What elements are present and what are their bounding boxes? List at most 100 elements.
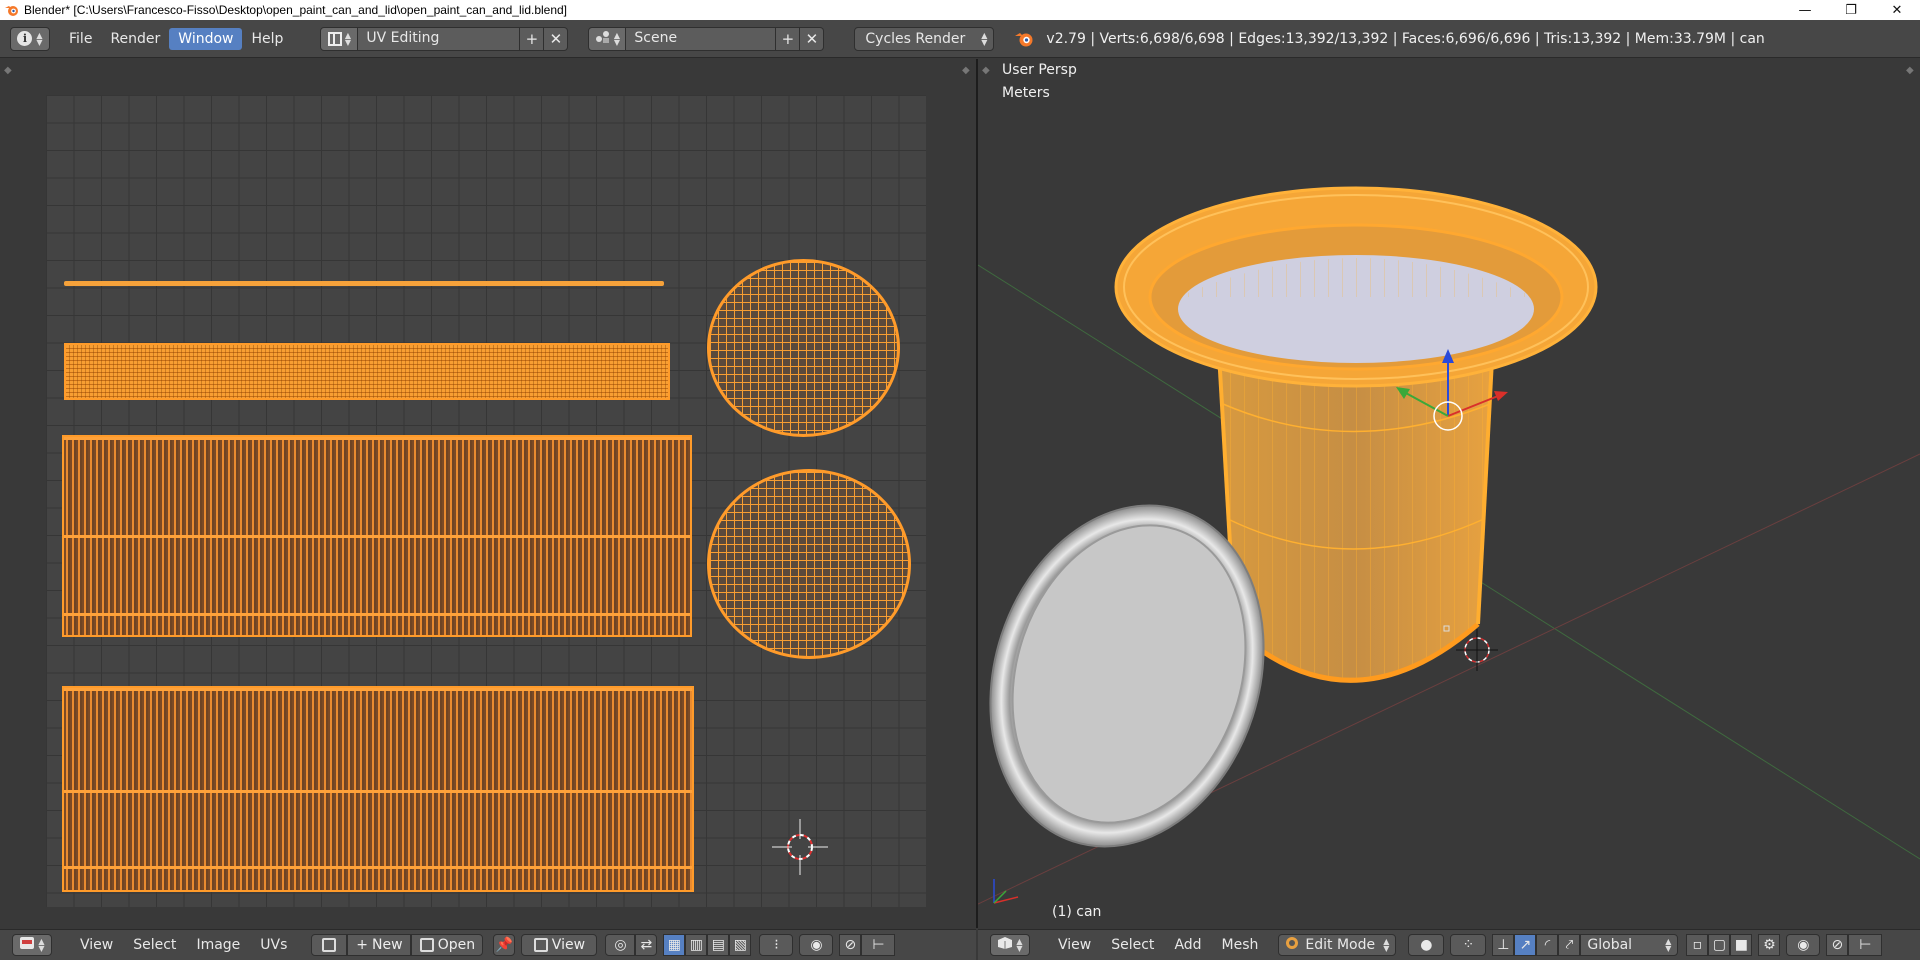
uv-island-bottom-disc[interactable] (707, 469, 911, 659)
pivot-dropdown[interactable]: ◎ (605, 934, 636, 956)
proportional-icon: ◉ (810, 937, 823, 953)
uv-island-band[interactable] (64, 343, 670, 400)
render-engine-label: Cycles Render (865, 30, 966, 47)
updown-arrows-icon: ▲ ▼ (981, 30, 988, 47)
snap-toggle[interactable]: ⊘ (1826, 934, 1849, 956)
uv-image-editor[interactable]: ◆ ◆ (0, 59, 976, 928)
close-button[interactable]: ✕ (1874, 0, 1920, 20)
pivot-point-dropdown[interactable]: ⁘ (1450, 934, 1487, 956)
face-select-mode-button[interactable]: ■ (1730, 934, 1753, 956)
edge-select-mode-button[interactable]: ▢ (1708, 934, 1731, 956)
island-select-button[interactable]: ▧ (729, 934, 752, 956)
uv-editor-header: ▲ ▼ View Select Image UVs + New Open 📌 Vi… (0, 929, 976, 960)
image-browse-button[interactable] (311, 934, 348, 956)
menu-uvs[interactable]: UVs (250, 935, 297, 955)
menu-file[interactable]: File (60, 28, 101, 50)
render-engine-dropdown[interactable]: Cycles Render ▲ ▼ (854, 26, 995, 51)
layout-icon (327, 31, 342, 46)
menu-view[interactable]: View (1048, 935, 1101, 955)
remove-scene-button[interactable]: ✕ (800, 26, 825, 51)
sync-icon: ⇄ (640, 937, 653, 953)
view-name-label: User Persp (1002, 62, 1077, 78)
view-mode-dropdown[interactable]: View (521, 934, 598, 956)
view-mode-label: View (551, 937, 586, 953)
snap-mode-dropdown[interactable]: ⊢ (861, 934, 896, 956)
window-title: Blender* [C:\Users\Francesco-Fisso\Deskt… (24, 3, 568, 17)
sticky-icon: ⁝ (774, 937, 779, 953)
menu-select[interactable]: Select (1101, 935, 1164, 955)
2d-cursor-icon[interactable] (770, 817, 830, 877)
updown-arrows-icon: ▲ ▼ (38, 937, 45, 953)
info-icon: i (17, 31, 33, 46)
sticky-select-dropdown[interactable]: ⁝ (759, 934, 794, 956)
menu-render[interactable]: Render (101, 28, 169, 50)
vertex-select-mode-button[interactable]: ▫ (1686, 934, 1709, 956)
edge-select-icon: ▥ (689, 937, 704, 953)
menu-help[interactable]: Help (242, 28, 292, 50)
pin-button[interactable]: 📌 (493, 934, 516, 956)
scene-statistics: v2.79 | Verts:6,698/6,698 | Edges:13,392… (1014, 30, 1765, 48)
image-icon (533, 938, 548, 952)
editor-type-selector[interactable]: ▲ ▼ (12, 934, 52, 956)
3d-viewport[interactable]: ◆ ◆ User Persp Meters (1) can (978, 59, 1920, 928)
menu-window[interactable]: Window (169, 27, 243, 50)
area-split-handle-icon[interactable]: ◆ (962, 65, 970, 76)
add-scene-button[interactable]: + (776, 26, 801, 51)
updown-arrows-icon: ▲ ▼ (1383, 937, 1390, 953)
uv-island-rim-strip[interactable] (64, 281, 664, 286)
uv-island-top-disc[interactable] (707, 259, 900, 437)
rotate-manipulator-button[interactable]: ◜ (1536, 934, 1559, 956)
interaction-mode-dropdown[interactable]: Edit Mode ▲ ▼ (1278, 934, 1397, 956)
transform-orientation-dropdown[interactable]: Global ▲ ▼ (1580, 934, 1679, 956)
menu-view[interactable]: View (70, 935, 123, 955)
sync-selection-toggle[interactable]: ⇄ (635, 934, 658, 956)
menu-mesh[interactable]: Mesh (1212, 935, 1269, 955)
scale-manipulator-button[interactable]: ⤤ (1558, 934, 1581, 956)
open-image-label: Open (437, 937, 476, 953)
open-image-button[interactable]: Open (411, 934, 484, 956)
remove-screen-button[interactable]: ✕ (544, 26, 569, 51)
proportional-edit-dropdown[interactable]: ◉ (1786, 934, 1821, 956)
menu-image[interactable]: Image (186, 935, 250, 955)
add-screen-button[interactable]: + (520, 26, 545, 51)
translate-manipulator-button[interactable]: ↗ (1514, 934, 1537, 956)
scene-name[interactable]: Scene (626, 26, 777, 51)
face-select-button[interactable]: ▤ (707, 934, 730, 956)
plus-icon: + (356, 937, 369, 953)
updown-arrows-icon: ▲ ▼ (613, 30, 620, 47)
units-label: Meters (1002, 85, 1050, 101)
screen-layout-button[interactable]: ▲ ▼ (320, 26, 359, 51)
updown-arrows-icon: ▲ ▼ (36, 30, 43, 47)
editor-type-selector[interactable]: i ▲ ▼ (10, 26, 50, 51)
viewport-shading-dropdown[interactable]: ● (1408, 934, 1445, 956)
snap-toggle[interactable]: ⊘ (839, 934, 862, 956)
occlude-geometry-toggle[interactable]: ⚙ (1758, 934, 1781, 956)
scene-browse-button[interactable]: ▲ ▼ (588, 26, 627, 51)
area-split-handle-icon[interactable]: ◆ (4, 65, 12, 76)
solid-shading-icon: ● (1420, 937, 1433, 953)
pin-icon: 📌 (495, 937, 514, 953)
uv-edge-row (64, 790, 692, 793)
menu-select[interactable]: Select (123, 935, 186, 955)
active-object-label: (1) can (1052, 904, 1102, 920)
uv-island-side-lower[interactable] (62, 686, 694, 892)
minimize-button[interactable]: — (1782, 0, 1828, 20)
editor-type-selector[interactable]: ▲ ▼ (990, 934, 1030, 956)
proportional-edit-dropdown[interactable]: ◉ (799, 934, 834, 956)
3d-view-icon (997, 936, 1013, 954)
viewport-header-menus: View Select Add Mesh (1048, 935, 1268, 955)
snap-mode-dropdown[interactable]: ⊢ (1848, 934, 1883, 956)
menu-add[interactable]: Add (1164, 935, 1211, 955)
maximize-button[interactable]: ❐ (1828, 0, 1874, 20)
screen-layout-name[interactable]: UV Editing (358, 26, 521, 51)
new-image-button[interactable]: + New (347, 934, 412, 956)
uv-island-side-upper[interactable] (62, 435, 692, 637)
screen-layout-selector: ▲ ▼ UV Editing + ✕ (320, 26, 569, 51)
edge-select-button[interactable]: ▥ (685, 934, 708, 956)
manipulator-toggle[interactable]: ⊥ (1492, 934, 1515, 956)
3d-scene (978, 186, 1920, 905)
uv-edge-row (64, 688, 692, 691)
proportional-icon: ◉ (1797, 937, 1810, 953)
blender-window: Blender* [C:\Users\Francesco-Fisso\Deskt… (0, 0, 1920, 960)
vertex-select-button[interactable]: ▦ (663, 934, 686, 956)
